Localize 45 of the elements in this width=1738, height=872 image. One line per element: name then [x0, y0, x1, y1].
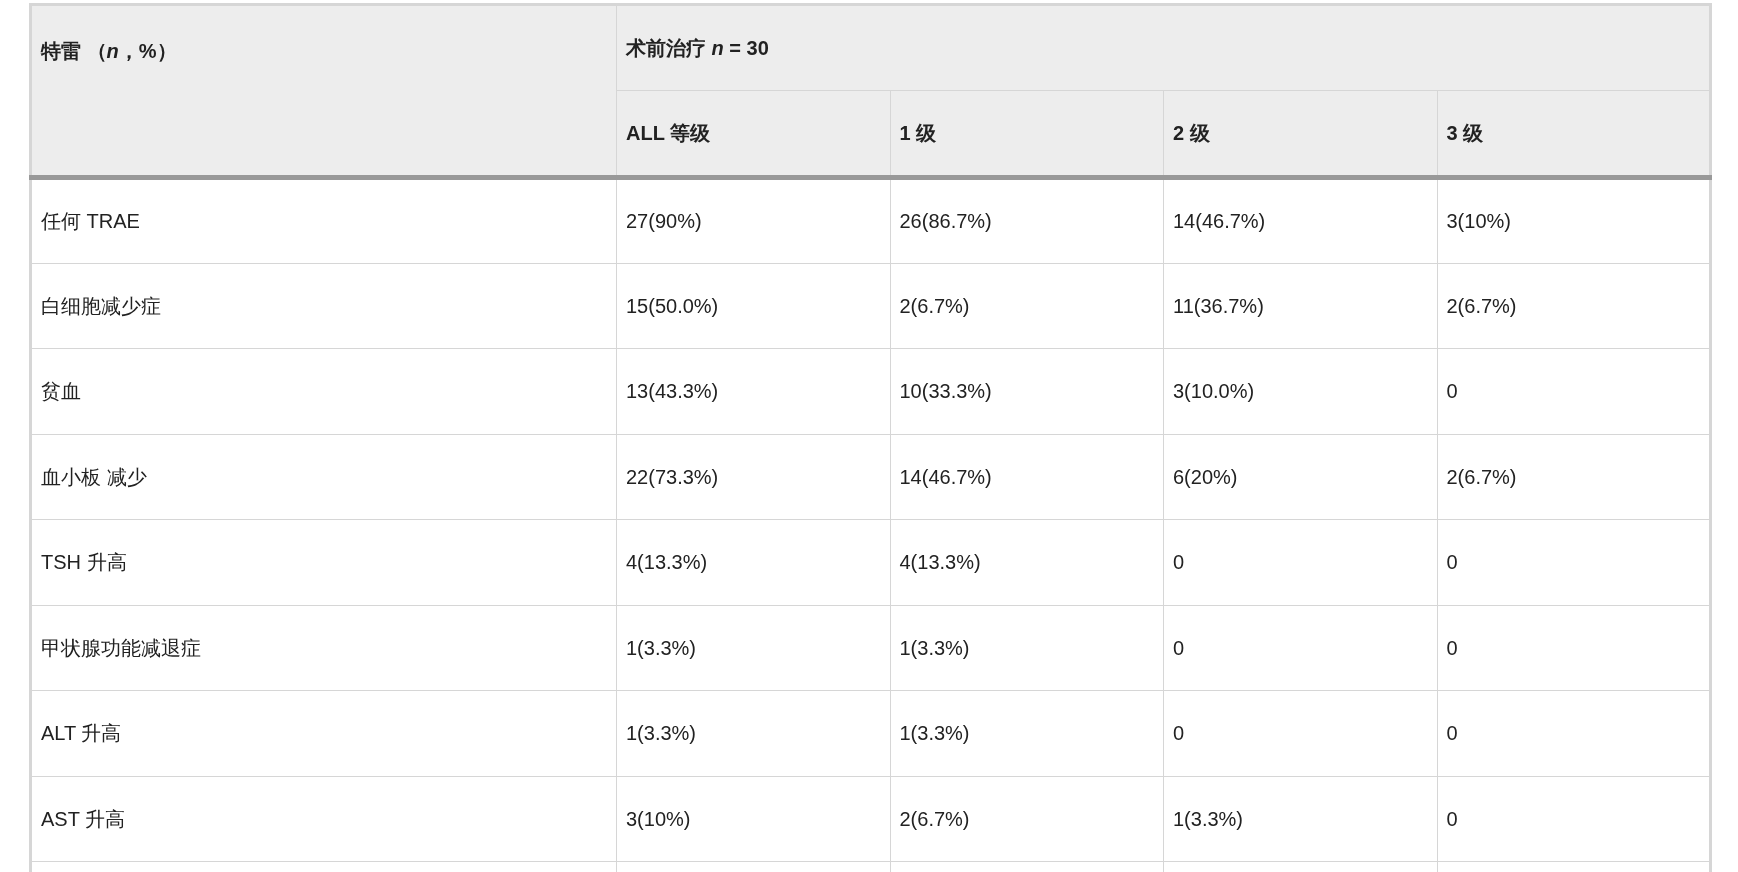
table-cell: 1(3.3%)	[616, 605, 890, 691]
table-cell: 0	[1437, 519, 1711, 605]
table-cell: 0	[1437, 776, 1711, 862]
table-cell: 2(6.7%)	[1437, 263, 1711, 349]
table-cell: 15(50.0%)	[616, 263, 890, 349]
table-cell: 14(46.7%)	[890, 434, 1164, 520]
row-label: 血小板 减少	[30, 434, 617, 520]
row-label: 白细胞减少症	[30, 263, 617, 349]
column-header: 1 级	[890, 90, 1164, 178]
column-header: ALL 等级	[616, 90, 890, 178]
table-cell: 3(10%)	[1437, 177, 1711, 263]
table-cell: 2(6.7%)	[890, 263, 1164, 349]
table-cell: 0	[1163, 605, 1437, 691]
table-cell: 0	[1437, 348, 1711, 434]
table-cell: 1(3.3%)	[890, 605, 1164, 691]
table-cell: 2(6.7%)	[890, 776, 1164, 862]
table-cell: 22(73.3%)	[616, 434, 890, 520]
column-header: 3 级	[1437, 90, 1711, 178]
table-cell: 10(33.3%)	[890, 348, 1164, 434]
table-cell: 2(6.7%)	[1437, 434, 1711, 520]
table-cell: 1(3.3%)	[890, 690, 1164, 776]
table-cell: 0	[1437, 690, 1711, 776]
table-cell: 4(13.3%)	[890, 519, 1164, 605]
row-label: 甲状腺功能减退症	[30, 605, 617, 691]
row-label: 任何 TRAE	[30, 177, 617, 263]
table-cell: 27(90%)	[616, 177, 890, 263]
row-label: ALT 升高	[30, 690, 617, 776]
table-cell: 3(10.0%)	[1163, 348, 1437, 434]
table-cell: 14(46.7%)	[1163, 177, 1437, 263]
table-cell: 6(20%)	[1163, 434, 1437, 520]
table-cell: 1(3.3%)	[616, 690, 890, 776]
row-label: TSH 升高	[30, 519, 617, 605]
table-cell: 13(43.3%)	[616, 348, 890, 434]
table-cell: 0	[1437, 605, 1711, 691]
table-cell: 26(86.7%)	[890, 177, 1164, 263]
table-cell: 0	[1163, 519, 1437, 605]
table-cell: 11(36.7%)	[1163, 263, 1437, 349]
column-header: 2 级	[1163, 90, 1437, 178]
table-cell: 1(3.3%)	[1163, 776, 1437, 862]
row-label: 贫血	[30, 348, 617, 434]
column-group-header: 术前治疗 n = 30	[616, 4, 1711, 91]
table-cell: 4(13.3%)	[616, 519, 890, 605]
table-cell: 3(10%)	[616, 776, 890, 862]
table-cell: 0	[1163, 690, 1437, 776]
row-label: AST 升高	[30, 776, 617, 862]
